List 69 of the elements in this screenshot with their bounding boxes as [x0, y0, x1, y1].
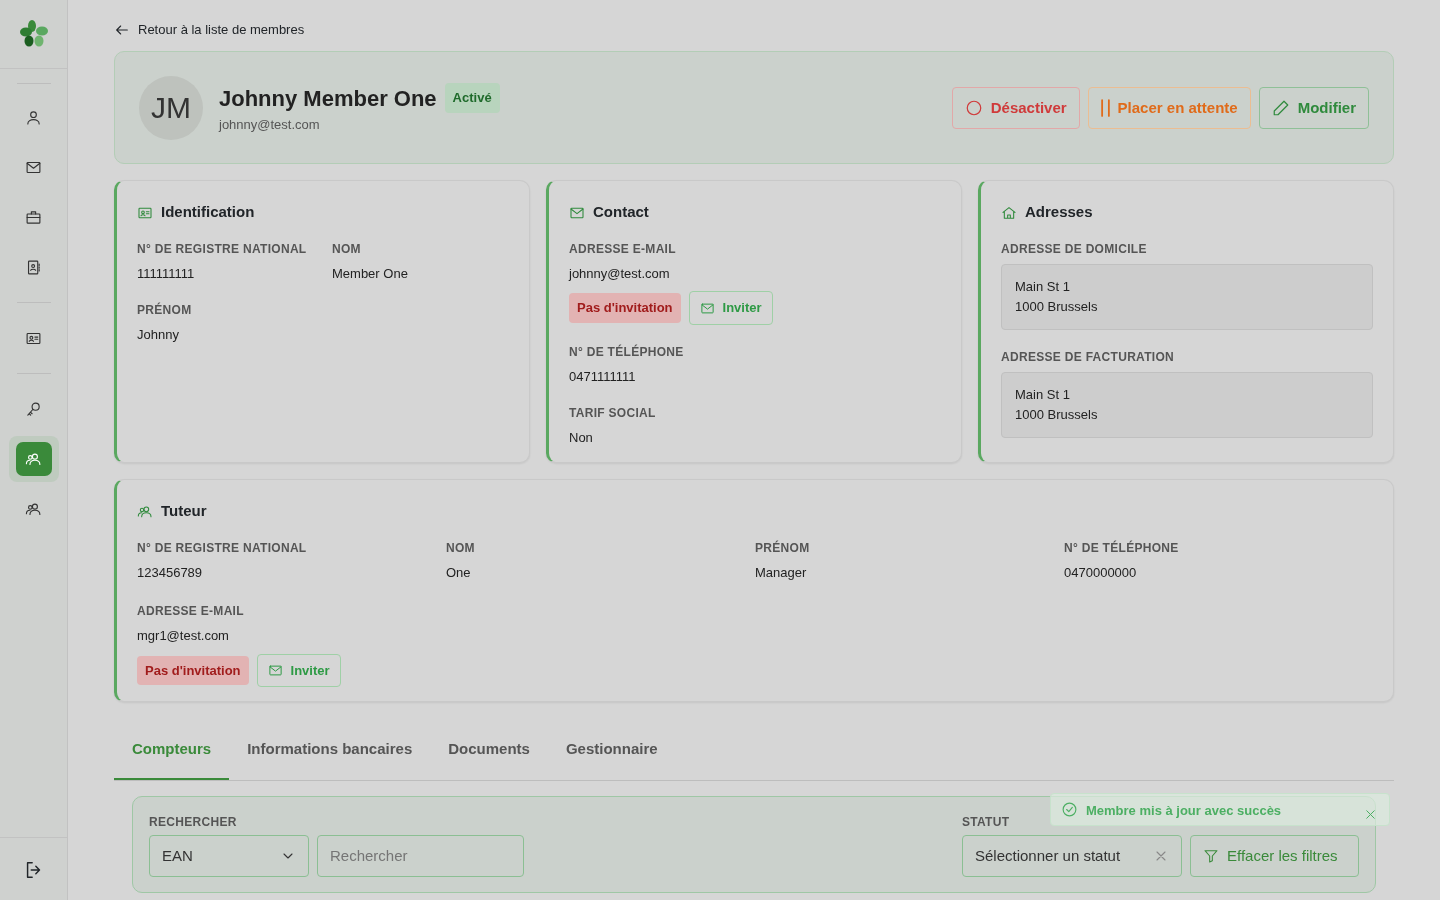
- field-label: N° DE TÉLÉPHONE: [569, 343, 685, 361]
- deactivate-button[interactable]: Désactiver: [951, 86, 1080, 129]
- field-value: Non: [569, 429, 594, 448]
- field-value: 123456789: [137, 563, 204, 582]
- status-badge: Activé: [444, 83, 500, 113]
- card-title: Contact: [593, 202, 649, 223]
- field-value: mgr1@test.com: [137, 627, 230, 646]
- field-label: N° DE TÉLÉPHONE: [1064, 539, 1180, 557]
- invitation-status: Pas d'invitation: [137, 655, 249, 686]
- key-icon: [25, 400, 42, 418]
- invite-button[interactable]: Inviter: [256, 653, 341, 688]
- field-label: NOM: [446, 539, 476, 557]
- filter-icon: [1203, 847, 1219, 864]
- field-label: TARIF SOCIAL: [569, 405, 657, 423]
- tab[interactable]: Gestionnaire: [547, 728, 676, 780]
- invite-button[interactable]: Inviter: [688, 291, 773, 325]
- field-label: RECHERCHER: [149, 813, 238, 831]
- field-value: One: [446, 563, 472, 582]
- tab[interactable]: Compteurs: [114, 728, 230, 780]
- member-email: johnny@test.com: [219, 115, 321, 134]
- card-title: Adresses: [1025, 202, 1093, 223]
- field-label: ADRESSE E-MAIL: [569, 240, 677, 258]
- clear-filters-button[interactable]: Effacer les filtres: [1190, 834, 1359, 877]
- edit-button[interactable]: Modifier: [1258, 86, 1369, 129]
- field-value: Johnny: [137, 326, 180, 345]
- field-value: Member One: [332, 264, 409, 283]
- users-icon: [137, 503, 153, 520]
- sidebar-item[interactable]: [8, 436, 59, 482]
- toast-message: Membre mis à jour avec succès: [1086, 802, 1282, 820]
- clover-logo: [18, 19, 49, 49]
- card-title: Identification: [161, 202, 255, 223]
- card-title: Tuteur: [161, 501, 207, 522]
- address-line: Main St 1: [1015, 277, 1071, 296]
- field-label: ADRESSE E-MAIL: [137, 603, 245, 621]
- field-label: PRÉNOM: [137, 301, 193, 320]
- circle-icon: [964, 98, 983, 117]
- house-icon: [1001, 204, 1017, 221]
- mail-icon: [267, 663, 283, 678]
- address-line: 1000 Brussels: [1015, 405, 1099, 424]
- search-input[interactable]: Rechercher: [317, 834, 524, 877]
- field-label: N° DE REGISTRE NATIONAL: [137, 240, 308, 258]
- status-select[interactable]: Sélectionner un statut: [962, 834, 1182, 877]
- member-name: Johnny Member One: [219, 84, 437, 113]
- check-circle-icon: [1061, 801, 1078, 818]
- user-icon: [25, 108, 42, 126]
- field-value: johnny@test.com: [569, 264, 671, 283]
- field-label: N° DE REGISTRE NATIONAL: [137, 539, 308, 557]
- field-value: 0471111111: [569, 367, 637, 386]
- address-line: Main St 1: [1015, 385, 1071, 404]
- invitation-status: Pas d'invitation: [569, 293, 681, 323]
- tab[interactable]: Documents: [430, 728, 548, 780]
- briefcase-icon: [25, 208, 42, 226]
- field-label: NOM: [332, 240, 362, 258]
- field-label: PRÉNOM: [755, 539, 811, 557]
- hold-button[interactable]: Placer en attente: [1087, 86, 1251, 129]
- back-link[interactable]: Retour à la liste de membres: [114, 20, 305, 40]
- pause-icon: [1100, 98, 1110, 117]
- tab[interactable]: Informations bancaires: [229, 728, 431, 780]
- field-value: 111111111: [137, 264, 196, 283]
- field-label: ADRESSE DE DOMICILE: [1001, 240, 1148, 258]
- mail-icon: [699, 300, 715, 316]
- field-label: ADRESSE DE FACTURATION: [1001, 348, 1176, 366]
- address-line: 1000 Brussels: [1015, 297, 1099, 316]
- field-value: 0470000000: [1064, 563, 1138, 582]
- contact-book-icon: [25, 258, 42, 276]
- pencil-icon: [1271, 98, 1290, 117]
- field-value: Manager: [755, 563, 808, 582]
- avatar: JM: [139, 75, 203, 140]
- search-type-select[interactable]: EAN: [149, 834, 309, 877]
